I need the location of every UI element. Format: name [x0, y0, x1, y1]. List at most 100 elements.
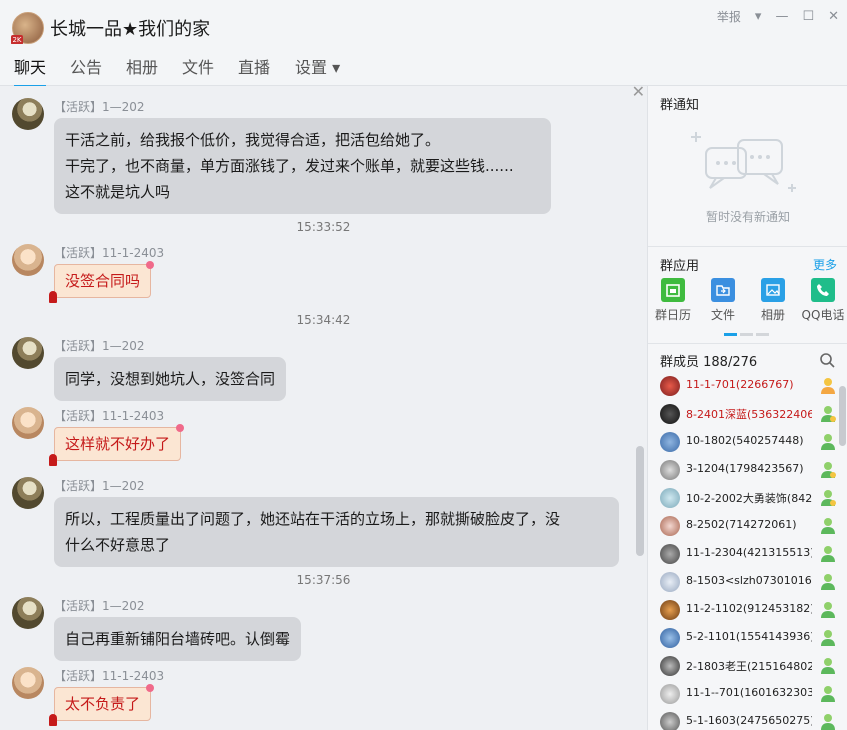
folder-icon	[711, 278, 735, 302]
member-row[interactable]: 8-2401深蓝(536322406)	[648, 400, 847, 428]
minimize-icon[interactable]: —	[775, 9, 788, 24]
avatar[interactable]	[12, 337, 44, 369]
avatar	[660, 712, 680, 730]
member-row[interactable]: 2-1803老王(215164802)	[648, 652, 847, 680]
message-text: 太不负责了	[65, 695, 141, 713]
more-link[interactable]: 更多	[813, 256, 837, 273]
member-icon	[821, 546, 835, 562]
member-name: 5-1-1603(2475650275)	[686, 714, 812, 727]
message-text: 这不就是坑人吗	[65, 183, 171, 201]
avatar[interactable]	[12, 98, 44, 130]
member-name: 10-2-2002大勇装饰(842...	[686, 492, 812, 505]
admin-icon	[821, 406, 836, 422]
avatar[interactable]	[12, 667, 44, 699]
avatar	[660, 376, 680, 396]
dropdown-icon[interactable]: ▾	[755, 9, 762, 24]
timestamp: 15:33:52	[296, 220, 351, 234]
maximize-icon[interactable]: ☐	[802, 9, 814, 24]
sender-name: 【活跃】11-1-2403	[54, 246, 165, 260]
timestamp: 15:37:56	[296, 573, 351, 587]
admin-icon	[821, 490, 836, 506]
member-name: 8-2401深蓝(536322406)	[686, 408, 812, 421]
notice-illustration-icon	[691, 132, 796, 192]
tab-album[interactable]: 相册	[126, 54, 158, 78]
member-row[interactable]: 11-1-2304(421315513)	[648, 540, 847, 568]
member-row[interactable]: 8-1503<slzh07301016@...	[648, 568, 847, 596]
report-button[interactable]: 举报	[717, 8, 741, 25]
tab-chat[interactable]: 聊天	[14, 54, 47, 88]
message-bubble[interactable]: 干活之前，给我报个低价，我觉得合适，把活包给她了。 干完了，也不商量，单方面涨钱…	[54, 118, 551, 214]
sender-name: 【活跃】1—202	[54, 339, 145, 353]
group-sidebar: 群通知 暂时没有新通知 群应用 更多 群日历 文件 相册 QQ电话 群成员 18…	[647, 86, 847, 730]
tab-files[interactable]: 文件	[182, 54, 214, 78]
tab-notice[interactable]: 公告	[70, 54, 102, 78]
avatar[interactable]	[12, 597, 44, 629]
message-bubble[interactable]: 同学，没想到她坑人，没签合同	[54, 357, 287, 401]
app-label: 群日历	[654, 308, 691, 322]
close-icon[interactable]: ✕	[828, 9, 839, 24]
message-bubble[interactable]: 没签合同吗	[48, 261, 155, 303]
message-text: 没签合同吗	[65, 272, 141, 290]
search-icon[interactable]	[819, 352, 835, 368]
avatar	[660, 404, 680, 424]
avatar	[660, 600, 680, 620]
message-text: 这样就不好办了	[65, 435, 171, 453]
member-name: 3-1204(1798423567)	[686, 462, 804, 475]
member-row[interactable]: 11-1-701(2266767)	[648, 372, 847, 400]
member-list: 11-1-701(2266767) 8-2401深蓝(536322406) 10…	[648, 372, 847, 730]
message-bubble[interactable]: 这样就不好办了	[48, 424, 185, 466]
tab-live[interactable]: 直播	[238, 54, 270, 78]
group-avatar[interactable]: 2K	[11, 12, 44, 45]
app-calendar[interactable]: 群日历	[648, 278, 698, 323]
member-row[interactable]: 11-1--701(1601632303)	[648, 680, 847, 708]
avatar	[660, 460, 680, 480]
member-row[interactable]: 3-1204(1798423567)	[648, 456, 847, 484]
member-scrollbar[interactable]	[839, 386, 846, 446]
window-controls: 举报 ▾ — ☐ ✕	[717, 8, 839, 25]
members-title: 群成员 188/276	[660, 355, 758, 370]
app-label: QQ电话	[801, 308, 845, 322]
avatar	[660, 656, 680, 676]
member-row[interactable]: 5-1-1603(2475650275)	[648, 708, 847, 730]
member-name: 8-2502(714272061)	[686, 518, 797, 531]
member-row[interactable]: 8-2502(714272061)	[648, 512, 847, 540]
tab-settings[interactable]: 设置 ▾	[295, 54, 340, 78]
member-icon	[821, 630, 835, 646]
app-qq-call[interactable]: QQ电话	[798, 278, 847, 323]
app-files[interactable]: 文件	[698, 278, 748, 323]
app-album[interactable]: 相册	[748, 278, 798, 323]
member-name: 11-1-2304(421315513)	[686, 546, 812, 559]
member-row[interactable]: 10-2-2002大勇装饰(842...	[648, 484, 847, 512]
chat-panel: ✕ 【活跃】1—202 干活之前，给我报个低价，我觉得合适，把活包给她了。 干完…	[0, 86, 647, 730]
message-bubble[interactable]: 自己再重新铺阳台墙砖吧。认倒霉	[54, 617, 302, 661]
no-notice-text: 暂时没有新通知	[705, 210, 790, 224]
sender-name: 【活跃】1—202	[54, 100, 145, 114]
message-bubble[interactable]: 太不负责了	[48, 684, 155, 726]
member-name: 8-1503<slzh07301016@...	[686, 574, 812, 587]
group-title: 长城一品★我们的家	[50, 19, 211, 40]
avatar	[660, 432, 680, 452]
member-row[interactable]: 10-1802(540257448)	[648, 428, 847, 456]
avatar[interactable]	[12, 477, 44, 509]
chat-scrollbar[interactable]	[636, 446, 644, 556]
close-panel-icon[interactable]: ✕	[632, 86, 645, 101]
avatar[interactable]	[12, 244, 44, 276]
group-apps: 群日历 文件 相册 QQ电话	[648, 278, 847, 323]
message-bubble[interactable]: 所以，工程质量出了问题了，她还站在干活的立场上，那就撕破脸皮了，没 什么不好意思…	[54, 497, 619, 567]
phone-icon	[811, 278, 835, 302]
sender-name: 【活跃】1—202	[54, 479, 145, 493]
apps-title: 群应用	[660, 259, 700, 274]
member-icon	[821, 434, 835, 450]
avatar[interactable]	[12, 407, 44, 439]
tab-bar: 聊天 公告 相册 文件 直播 设置 ▾	[0, 44, 847, 88]
title-bar: 2K 长城一品★我们的家 举报 ▾ — ☐ ✕	[0, 0, 847, 45]
member-row[interactable]: 11-2-1102(912453182)	[648, 596, 847, 624]
member-row[interactable]: 5-2-1101(1554143936)	[648, 624, 847, 652]
avatar	[660, 572, 680, 592]
message-text: 干完了，也不商量，单方面涨钱了，发过来个账单，就要这些钱......	[65, 157, 514, 175]
avatar	[660, 544, 680, 564]
divider	[648, 343, 847, 344]
member-icon	[821, 714, 835, 730]
message-text: 自己再重新铺阳台墙砖吧。认倒霉	[65, 630, 291, 648]
apps-pager[interactable]	[724, 333, 769, 336]
